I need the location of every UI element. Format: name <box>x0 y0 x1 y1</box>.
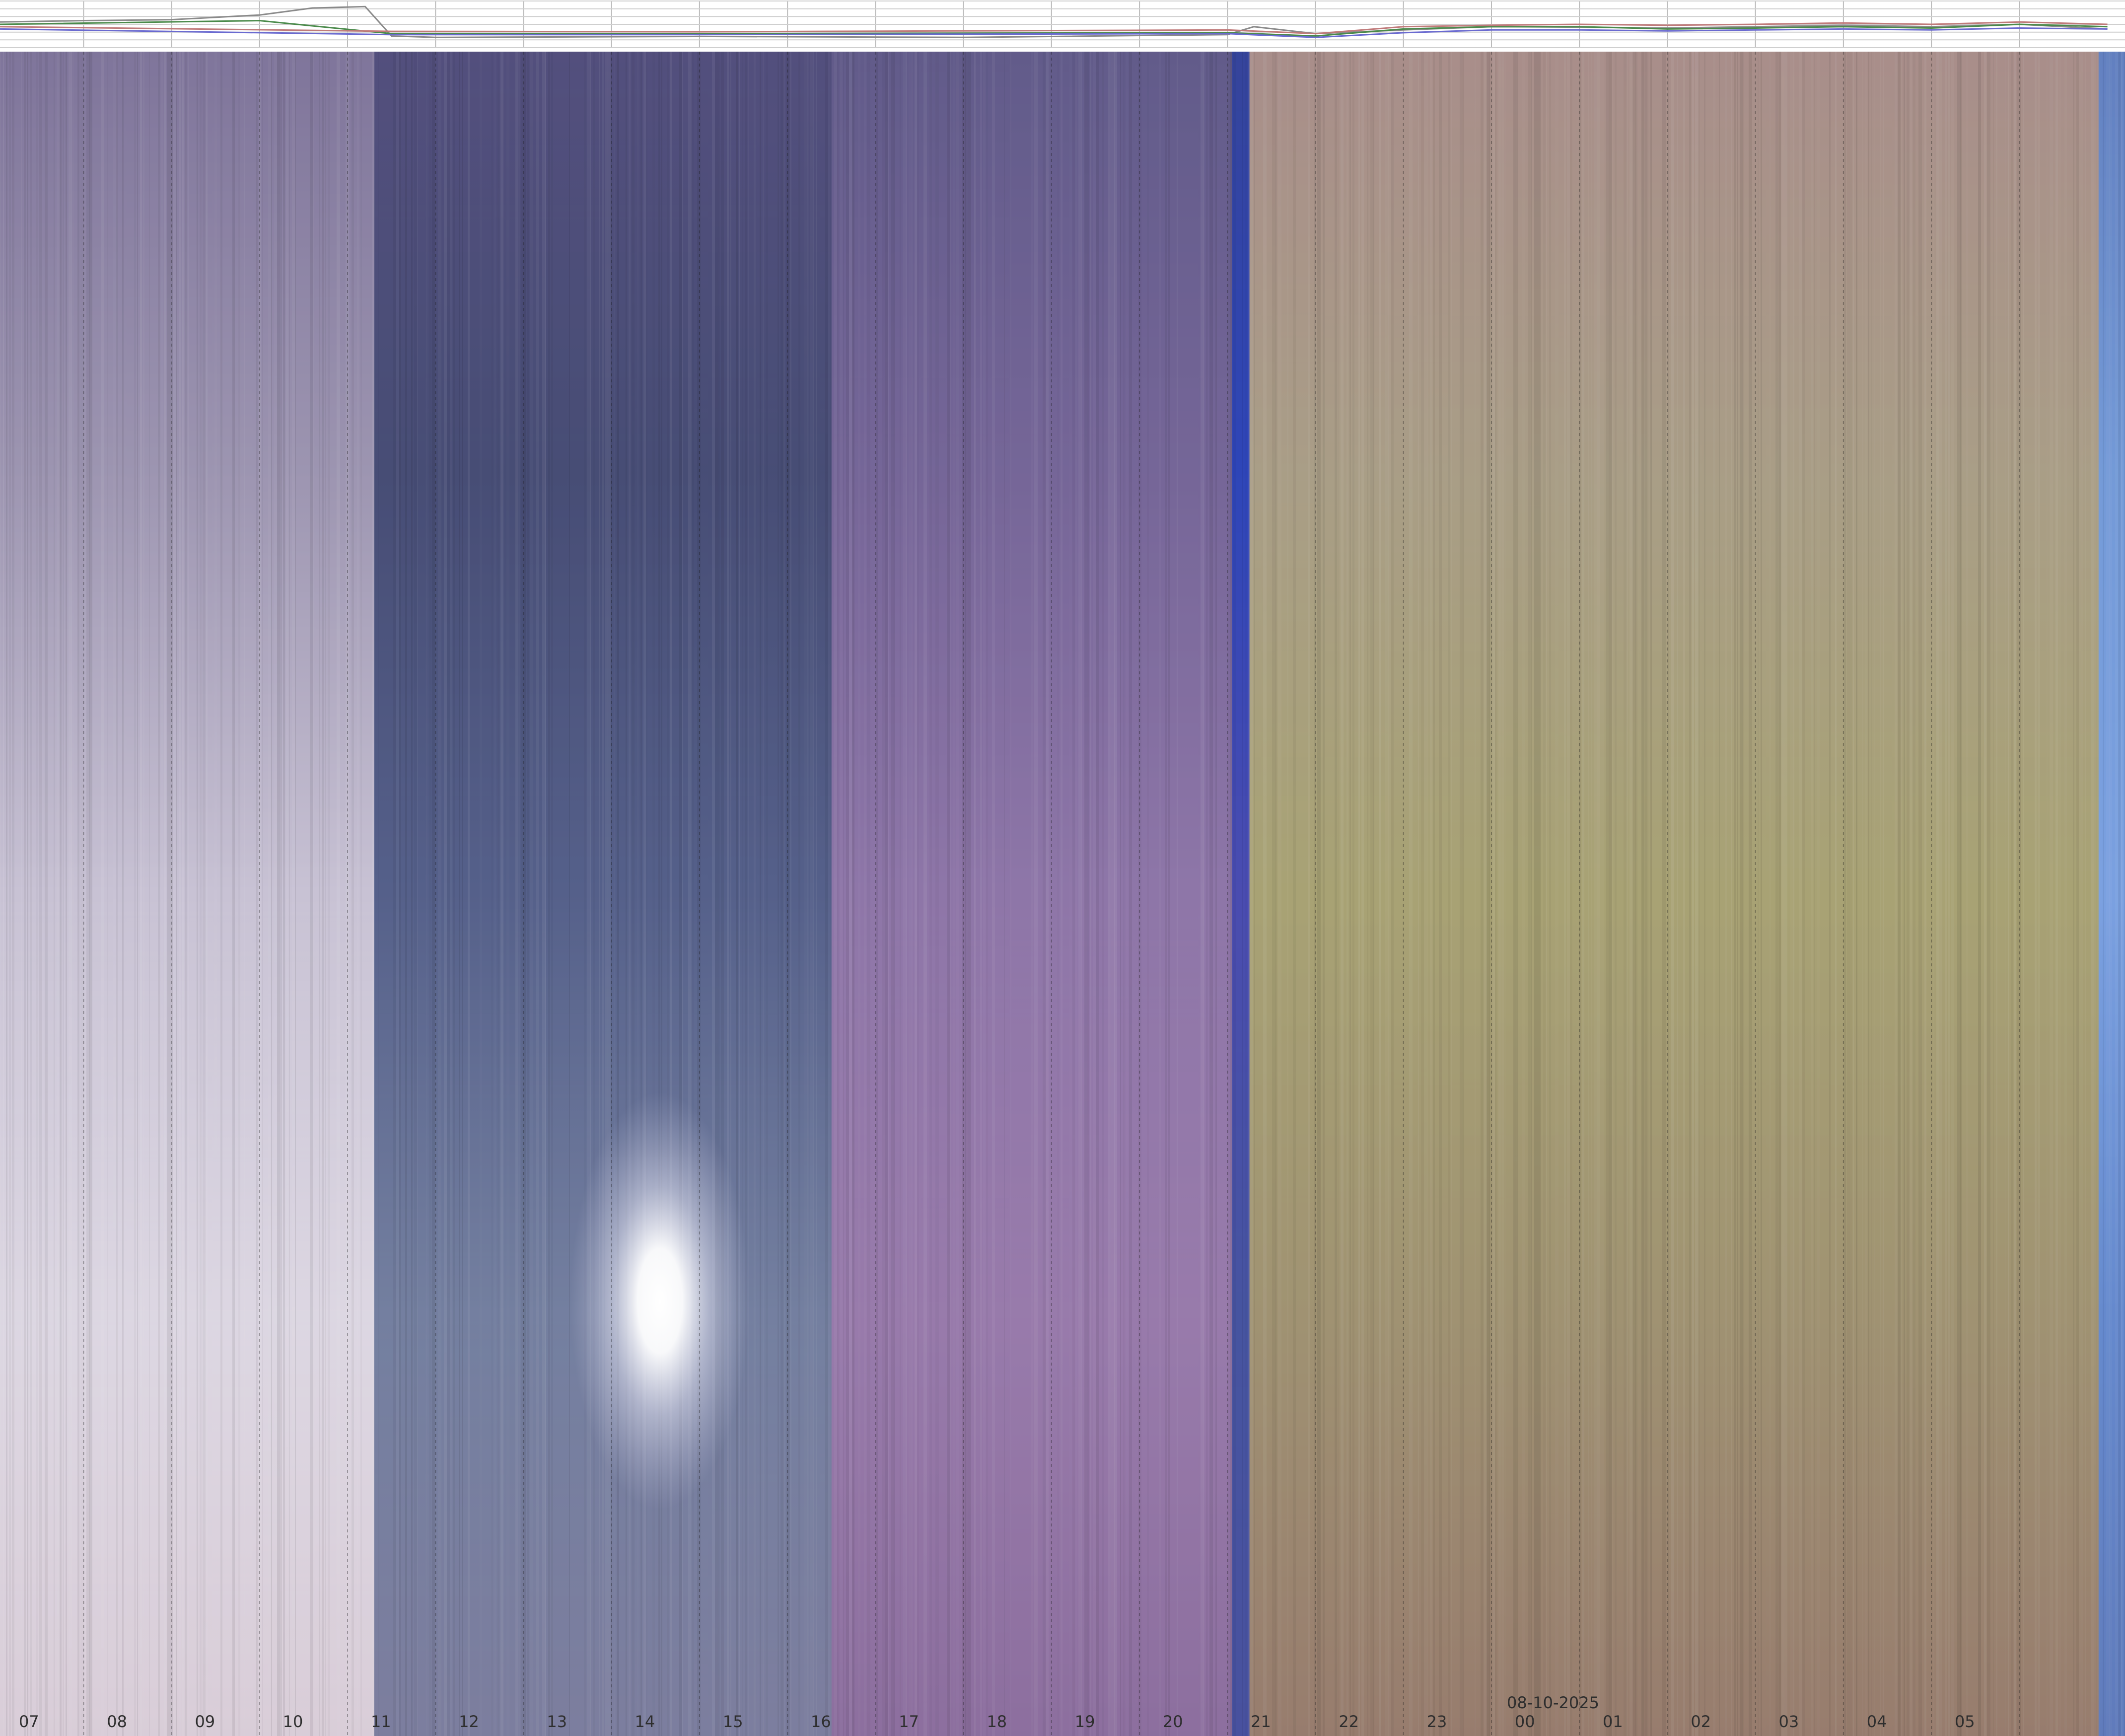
hour-tick-label: 15 <box>723 1712 743 1731</box>
hour-tick-label: 01 <box>1603 1712 1623 1731</box>
sensor-strip <box>0 0 2125 50</box>
hour-tick-label: 02 <box>1691 1712 1711 1731</box>
hour-tick-label: 17 <box>899 1712 919 1731</box>
hour-tick-label: 19 <box>1075 1712 1095 1731</box>
hour-tick-label: 21 <box>1251 1712 1271 1731</box>
hour-tick-label: 10 <box>283 1712 303 1731</box>
hour-tick-label: 04 <box>1867 1712 1887 1731</box>
hour-tick-label: 03 <box>1779 1712 1799 1731</box>
hour-tick-label: 11 <box>371 1712 391 1731</box>
hour-tick-label: 20 <box>1163 1712 1183 1731</box>
hour-tick-label: 09 <box>195 1712 215 1731</box>
hour-tick-label: 14 <box>635 1712 655 1731</box>
date-label: 08-10-2025 <box>1507 1693 1599 1712</box>
sun-glare <box>570 1092 750 1510</box>
hour-tick-label: 13 <box>547 1712 567 1731</box>
hour-tick-label: 16 <box>811 1712 831 1731</box>
hour-tick-label: 00 <box>1515 1712 1535 1731</box>
hour-tick-label: 08 <box>107 1712 127 1731</box>
hour-tick-label: 12 <box>459 1712 479 1731</box>
hour-tick-label: 23 <box>1427 1712 1447 1731</box>
hour-tick-label: 07 <box>19 1712 39 1731</box>
keogram-figure: 07 08 09 10 11 12 13 14 15 16 17 18 19 20 21 22 23 00 01 02… <box>0 0 2125 1736</box>
hour-tick-label: 22 <box>1339 1712 1359 1731</box>
hour-tick-label: 18 <box>987 1712 1007 1731</box>
hour-tick-label: 05 <box>1955 1712 1975 1731</box>
keogram-body <box>0 52 2125 1736</box>
keogram-vertical-shade <box>0 52 2125 1736</box>
